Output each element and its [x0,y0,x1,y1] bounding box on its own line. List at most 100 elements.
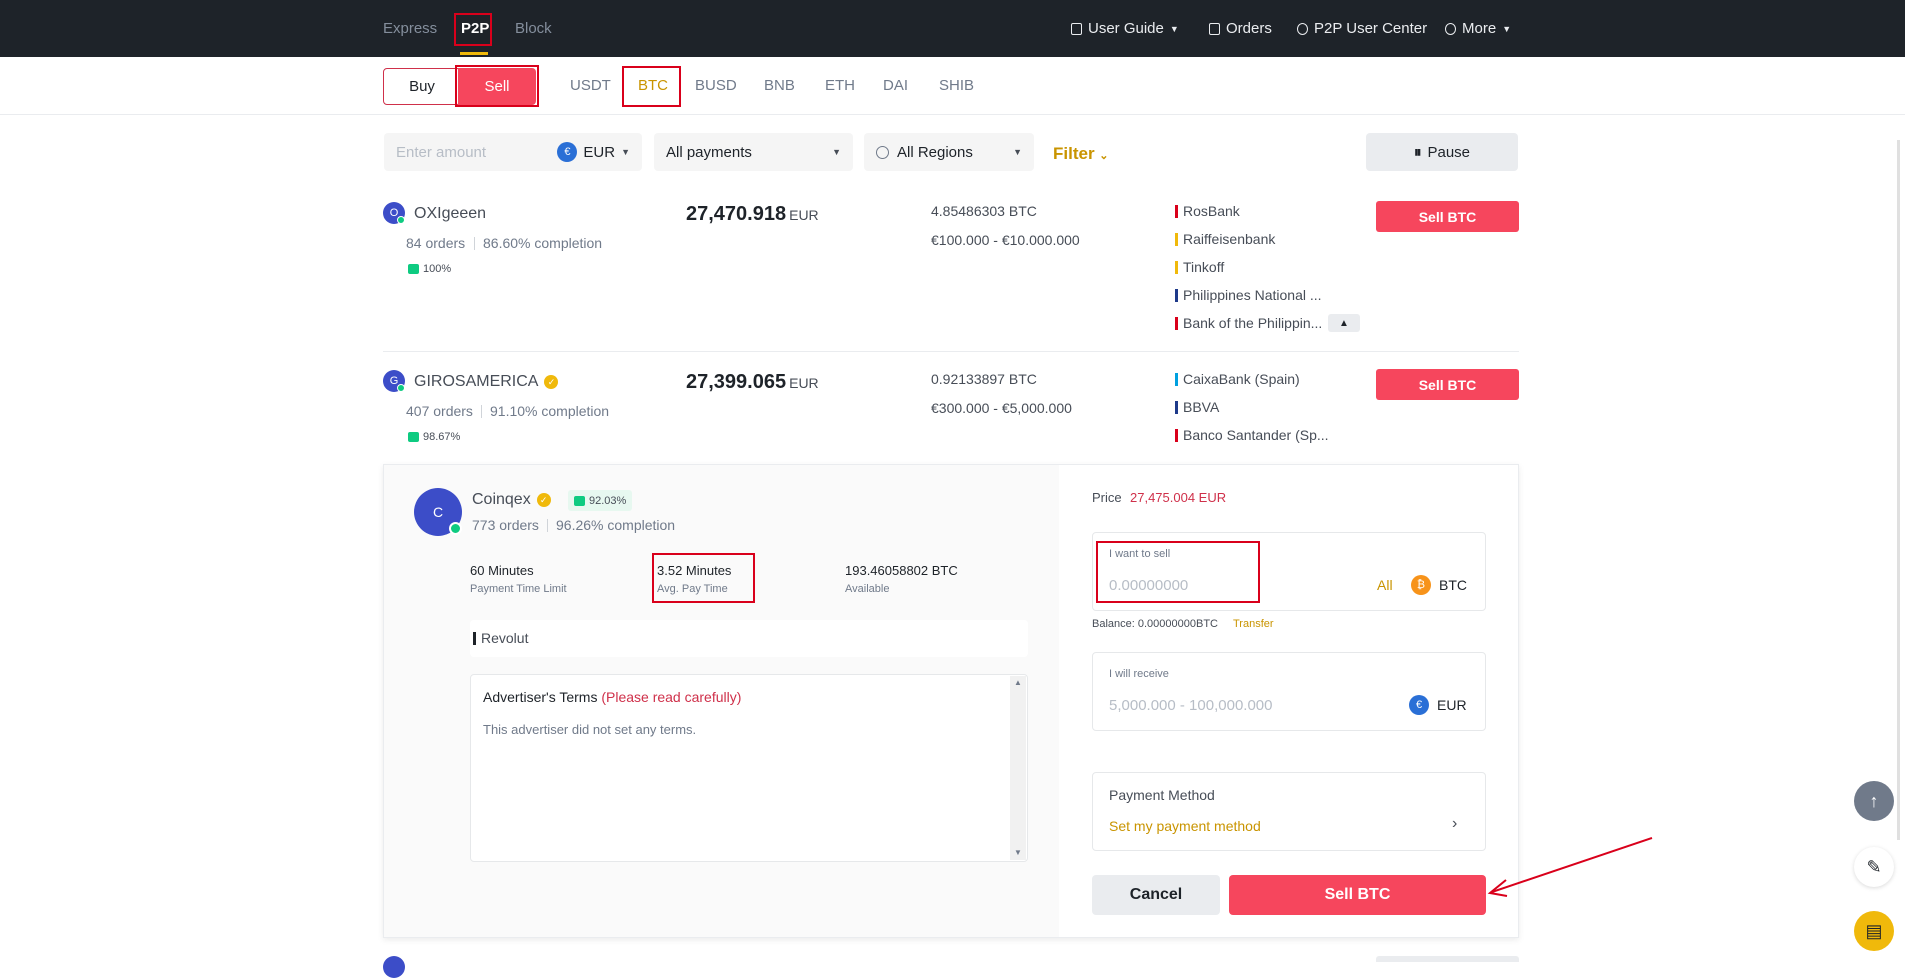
payment-tag-row [470,620,1028,657]
chevron-down-icon: ⌄ [1099,150,1109,162]
payments-select[interactable]: All payments ▼ [654,133,853,171]
user-guide-menu[interactable]: User Guide ▼ [1071,20,1179,37]
annotation-box-p2p [454,13,492,46]
balance-text: Balance: 0.00000000BTC [1092,618,1218,630]
thumbs-up-icon [574,495,585,506]
sell-coin-label: BTC [1439,577,1467,593]
payment-method: Bank of the Philippin... [1175,315,1322,331]
amount-input-placeholder[interactable]: Enter amount [396,144,486,161]
book-icon [1071,22,1082,35]
available-amount: 4.85486303 BTC [931,203,1037,219]
caret-down-icon: ▼ [832,147,841,157]
cancel-button[interactable]: Cancel [1092,875,1220,915]
pause-button[interactable]: ⏸ Pause [1366,133,1518,171]
terms-scrollbar[interactable] [1010,676,1026,860]
asset-dai[interactable]: DAI [883,77,908,94]
asset-bnb[interactable]: BNB [764,77,795,94]
divider [547,519,548,532]
price-currency: EUR [789,207,819,223]
rating: 100% [408,263,451,275]
time-limit-label: Payment Time Limit [470,583,567,595]
annotation-box-btc [622,66,681,107]
advertiser-name[interactable]: OXIgeeen [414,205,486,223]
available-amount: 0.92133897 BTC [931,371,1037,387]
online-indicator [449,522,462,535]
receive-coin-label: EUR [1437,697,1467,713]
avatar[interactable] [383,956,405,978]
advertiser-name[interactable]: Coinqex ✓ [472,491,551,509]
payment-method: RosBank [1175,203,1240,219]
completion-rate: 91.10% completion [490,403,610,419]
chat-icon[interactable]: ▤ [1854,911,1894,951]
time-limit-value: 60 Minutes [470,563,534,578]
divider [481,405,482,418]
asset-busd[interactable]: BUSD [695,77,737,94]
globe-icon [876,145,889,159]
asset-eth[interactable]: ETH [825,77,855,94]
scroll-to-top-icon[interactable]: ↑ [1854,781,1894,821]
payment-method: Banco Santander (Sp... [1175,427,1329,443]
advertiser-name[interactable]: GIROSAMERICA ✓ [414,373,559,391]
online-indicator [397,384,405,392]
orders-label: Orders [1226,20,1272,37]
price-label: Price [1092,490,1122,505]
price-currency: EUR [789,375,819,391]
regions-select[interactable]: All Regions ▼ [864,133,1034,171]
sell-btc-submit-button[interactable]: Sell BTC [1229,875,1486,915]
orders-link[interactable]: Orders [1209,20,1272,37]
order-count: 773 orders [472,517,539,533]
advertiser-name-text: Coinqex [472,491,531,508]
thumbs-up-icon [408,264,419,275]
terms-note: (Please read carefully) [601,689,742,705]
caret-down-icon: ▼ [1013,147,1022,157]
completion-rate: 96.26% completion [556,517,676,533]
divider [383,351,1519,352]
payment-method-selector[interactable] [1092,772,1486,851]
more-menu[interactable]: More ▼ [1445,20,1511,37]
set-payment-method-link[interactable]: Set my payment method [1109,818,1261,834]
payment-method: Raiffeisenbank [1175,231,1275,247]
transfer-link[interactable]: Transfer [1233,618,1274,630]
receive-amount-input[interactable]: 5,000.000 - 100,000.000 [1109,697,1272,714]
ad-price: 27,399.065 EUR [686,371,819,394]
rating-value: 100% [423,263,452,275]
sell-btc-button[interactable]: Sell BTC [1376,201,1519,232]
verified-badge-icon: ✓ [536,492,551,507]
rating: 92.03% [568,490,633,511]
verified-badge-icon: ✓ [544,374,559,389]
collapse-payments-icon[interactable]: ▲ [1328,314,1360,332]
ad-price: 27,470.918 EUR [686,203,819,226]
users-icon [1297,22,1308,35]
order-limit: €300.000 - €5,000.000 [931,400,1072,416]
terms-heading: Advertiser's Terms (Please read carefull… [483,689,741,705]
user-center-link[interactable]: P2P User Center [1297,20,1427,37]
top-nav-bar: Express P2P Block User Guide ▼ Orders P2… [0,0,1905,57]
amount-field[interactable]: Enter amount € EUR ▼ [384,133,642,171]
caret-down-icon: ▼ [621,147,630,157]
scroll-down-icon[interactable]: ▼ [1014,848,1022,857]
rating-value: 98.67% [423,431,461,443]
asset-shib[interactable]: SHIB [939,77,974,94]
tab-block[interactable]: Block [515,20,552,37]
all-button[interactable]: All [1377,577,1393,593]
sell-btc-button[interactable]: Sell BTC [1376,369,1519,400]
online-indicator [397,216,405,224]
annotation-box-sell-amount [1096,541,1260,603]
available-label: Available [845,583,890,595]
tab-express[interactable]: Express [383,20,437,37]
next-row-button[interactable] [1376,956,1519,962]
filter-button[interactable]: Filter ⌄ [1053,144,1109,164]
sell-coin: ₿ BTC [1411,575,1467,595]
scroll-up-icon[interactable]: ▲ [1014,678,1022,687]
price-value: 27,470.918 [686,203,787,225]
fiat-select-value[interactable]: EUR [583,144,615,161]
completion-rate: 86.60% completion [483,235,603,251]
buy-toggle[interactable]: Buy [383,68,461,105]
payment-method: Philippines National ... [1175,287,1322,303]
receive-amount-field[interactable] [1092,652,1486,731]
edit-icon[interactable]: ✎ [1854,847,1894,887]
page-scrollbar[interactable] [1897,140,1900,840]
receive-coin: € EUR [1409,695,1467,715]
asset-usdt[interactable]: USDT [570,77,611,94]
chevron-right-icon[interactable]: › [1452,815,1457,833]
